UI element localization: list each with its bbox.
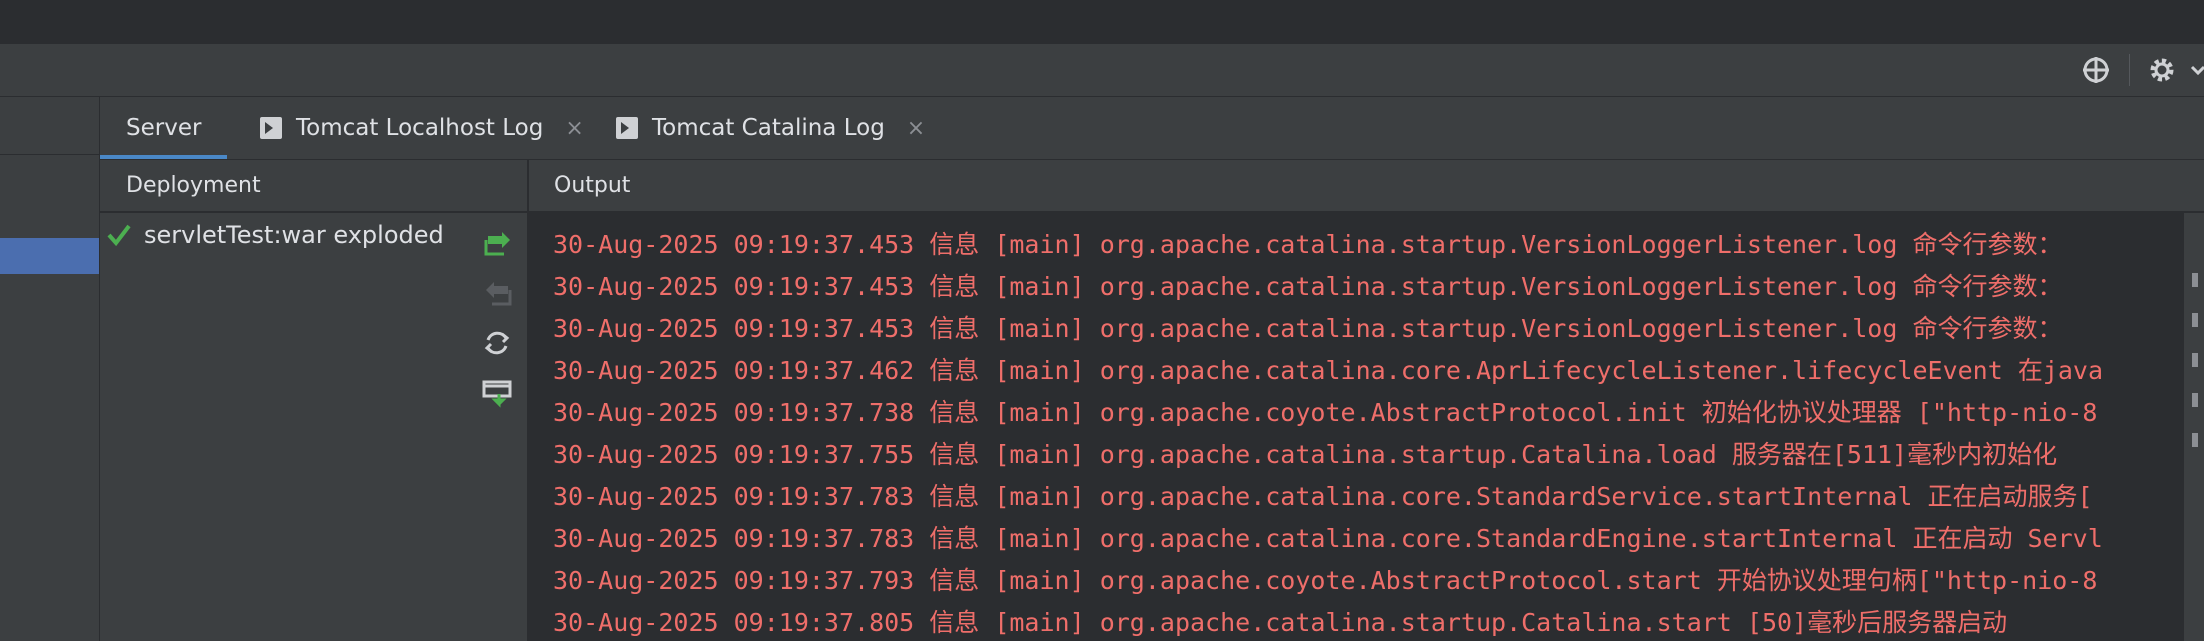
refresh-icon[interactable]: [480, 326, 514, 360]
log-line: 30-Aug-2025 09:19:37.783 信息 [main] org.a…: [553, 482, 2093, 511]
output-title: Output: [554, 173, 631, 198]
deployment-item[interactable]: servletTest:war exploded: [106, 221, 444, 249]
tab-tomcat-catalina-log[interactable]: Tomcat Catalina Log ×: [600, 97, 941, 159]
close-icon[interactable]: ×: [907, 116, 925, 141]
services-tree-header: [0, 97, 99, 155]
gear-icon[interactable]: [2146, 54, 2178, 86]
green-check-icon: [107, 224, 131, 247]
services-tree-panel: [0, 97, 100, 641]
selected-tree-node[interactable]: [0, 238, 99, 274]
deploy-icon[interactable]: [480, 226, 514, 260]
deployment-item-label: servletTest:war exploded: [144, 221, 444, 249]
toolbar-separator: [2129, 54, 2130, 86]
log-line: 30-Aug-2025 09:19:37.453 信息 [main] org.a…: [553, 230, 2063, 259]
log-line: 30-Aug-2025 09:19:37.462 信息 [main] org.a…: [553, 356, 2104, 385]
output-side-toolbar: [2184, 213, 2204, 641]
terminal-icon: [616, 117, 638, 139]
title-bar: [0, 0, 2204, 44]
locate-icon[interactable]: [2080, 54, 2112, 86]
log-line: 30-Aug-2025 09:19:37.755 信息 [main] org.a…: [553, 440, 2058, 469]
log-line: 30-Aug-2025 09:19:37.783 信息 [main] org.a…: [553, 524, 2103, 553]
log-line: 30-Aug-2025 09:19:37.805 信息 [main] org.a…: [553, 608, 2008, 637]
output-console[interactable]: 30-Aug-2025 09:19:37.453 信息 [main] org.a…: [529, 213, 2184, 641]
log-line: 30-Aug-2025 09:19:37.738 信息 [main] org.a…: [553, 398, 2098, 427]
deployment-header: Deployment: [100, 160, 527, 212]
tab-tomcat-localhost-log[interactable]: Tomcat Localhost Log ×: [244, 97, 600, 159]
console-actions-icon[interactable]: [2186, 273, 2202, 473]
close-icon[interactable]: ×: [565, 116, 583, 141]
log-line: 30-Aug-2025 09:19:37.453 信息 [main] org.a…: [553, 314, 2063, 343]
deployment-panel: servletTest:war exploded: [100, 213, 527, 641]
terminal-icon: [260, 117, 282, 139]
chevron-down-icon[interactable]: [2190, 54, 2204, 86]
output-header: Output: [529, 160, 2204, 212]
undeploy-icon[interactable]: [480, 276, 514, 310]
open-browser-icon[interactable]: [480, 376, 514, 410]
log-line: 30-Aug-2025 09:19:37.453 信息 [main] org.a…: [553, 272, 2063, 301]
log-line: 30-Aug-2025 09:19:37.793 信息 [main] org.a…: [553, 566, 2098, 595]
deployment-title: Deployment: [126, 173, 261, 198]
tab-label: Server: [126, 115, 202, 141]
tab-server[interactable]: Server: [100, 97, 228, 159]
tab-label: Tomcat Localhost Log: [296, 115, 544, 141]
tab-label: Tomcat Catalina Log: [652, 115, 885, 141]
tool-window-toolbar: [0, 44, 2204, 97]
tab-bar: Server Tomcat Localhost Log × Tomcat Cat…: [100, 97, 2204, 160]
